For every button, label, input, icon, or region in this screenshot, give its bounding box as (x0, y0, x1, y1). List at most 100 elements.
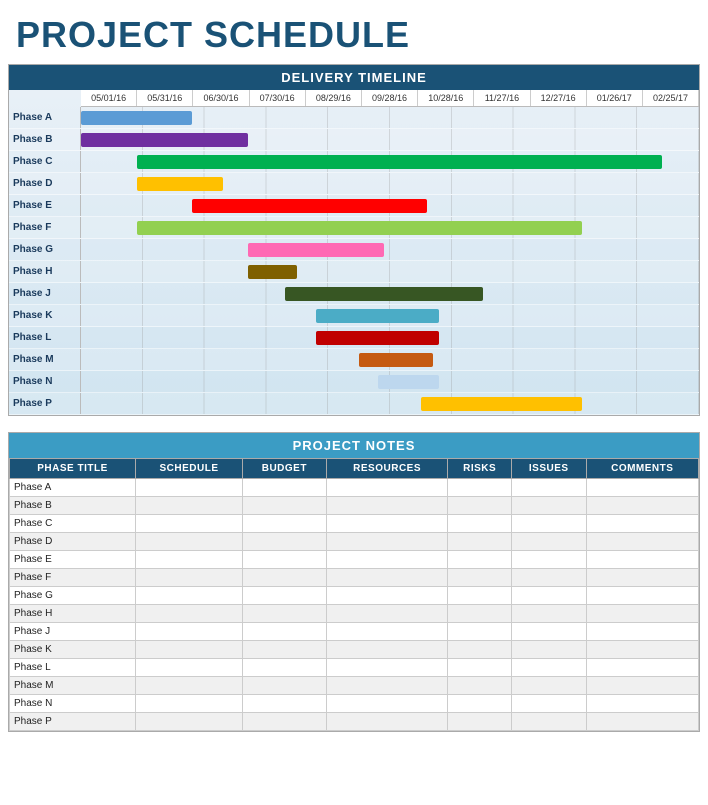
notes-cell (448, 569, 512, 587)
gantt-bars-area (81, 327, 699, 348)
notes-cell (136, 695, 243, 713)
gantt-bar (359, 353, 433, 367)
gantt-dates-row: 05/01/1605/31/1606/30/1607/30/1608/29/16… (81, 90, 699, 107)
notes-cell (326, 677, 448, 695)
notes-cell (448, 515, 512, 533)
gantt-bars-area (81, 349, 699, 370)
notes-cell (586, 605, 698, 623)
gantt-row: Phase P (9, 393, 699, 415)
page-title: PROJECT SCHEDULE (0, 0, 708, 64)
gantt-bars-area (81, 239, 699, 260)
notes-cell (511, 605, 586, 623)
gantt-row: Phase F (9, 217, 699, 239)
notes-cell (586, 695, 698, 713)
notes-cell (586, 641, 698, 659)
notes-cell (448, 533, 512, 551)
notes-cell (448, 713, 512, 731)
notes-cell (326, 533, 448, 551)
notes-cell (136, 641, 243, 659)
gantt-bar (285, 287, 483, 301)
gantt-bars-area (81, 107, 699, 128)
notes-cell (242, 587, 326, 605)
notes-cell (448, 695, 512, 713)
notes-cell (586, 659, 698, 677)
notes-cell (242, 713, 326, 731)
gantt-row-label: Phase D (9, 173, 81, 194)
notes-cell (511, 551, 586, 569)
notes-phase-title: Phase K (10, 641, 136, 659)
gantt-row-label: Phase N (9, 371, 81, 392)
gantt-row: Phase A (9, 107, 699, 129)
gantt-bars-area (81, 129, 699, 150)
notes-table-row: Phase E (10, 551, 699, 569)
notes-cell (326, 515, 448, 533)
notes-cell (326, 641, 448, 659)
gantt-date-cell: 11/27/16 (474, 90, 530, 106)
notes-cell (511, 569, 586, 587)
gantt-date-cell: 02/25/17 (643, 90, 699, 106)
notes-header: PROJECT NOTES (9, 433, 699, 458)
notes-cell (448, 497, 512, 515)
notes-cell (242, 659, 326, 677)
notes-phase-title: Phase N (10, 695, 136, 713)
gantt-row: Phase J (9, 283, 699, 305)
gantt-bars-area (81, 305, 699, 326)
notes-cell (511, 641, 586, 659)
notes-cell (448, 605, 512, 623)
gantt-bar (316, 331, 440, 345)
notes-phase-title: Phase J (10, 623, 136, 641)
notes-cell (586, 677, 698, 695)
notes-cell (448, 587, 512, 605)
notes-cell (511, 587, 586, 605)
gantt-row-label: Phase M (9, 349, 81, 370)
gantt-date-cell: 10/28/16 (418, 90, 474, 106)
gantt-row: Phase K (9, 305, 699, 327)
notes-cell (448, 551, 512, 569)
notes-cell (586, 533, 698, 551)
notes-cell (242, 569, 326, 587)
notes-cell (136, 713, 243, 731)
notes-cell (586, 497, 698, 515)
gantt-row-label: Phase J (9, 283, 81, 304)
notes-cell (511, 695, 586, 713)
notes-table-row: Phase P (10, 713, 699, 731)
notes-table-row: Phase A (10, 479, 699, 497)
notes-cell (136, 479, 243, 497)
gantt-row: Phase N (9, 371, 699, 393)
notes-cell (242, 533, 326, 551)
gantt-container: 05/01/1605/31/1606/30/1607/30/1608/29/16… (9, 90, 699, 415)
notes-phase-title: Phase H (10, 605, 136, 623)
gantt-row-label: Phase G (9, 239, 81, 260)
gantt-bar (248, 243, 384, 257)
notes-column-header: RISKS (448, 459, 512, 479)
notes-phase-title: Phase C (10, 515, 136, 533)
notes-cell (448, 623, 512, 641)
notes-table-row: Phase F (10, 569, 699, 587)
notes-cell (136, 497, 243, 515)
gantt-row-label: Phase F (9, 217, 81, 238)
notes-column-header: ISSUES (511, 459, 586, 479)
gantt-row-label: Phase B (9, 129, 81, 150)
notes-cell (136, 533, 243, 551)
gantt-bar (137, 155, 662, 169)
notes-cell (511, 677, 586, 695)
notes-cell (242, 479, 326, 497)
gantt-date-cell: 08/29/16 (306, 90, 362, 106)
notes-table-row: Phase B (10, 497, 699, 515)
notes-column-header: SCHEDULE (136, 459, 243, 479)
gantt-row-label: Phase C (9, 151, 81, 172)
notes-table-row: Phase L (10, 659, 699, 677)
gantt-bar (316, 309, 440, 323)
notes-table-row: Phase N (10, 695, 699, 713)
notes-cell (136, 605, 243, 623)
notes-phase-title: Phase B (10, 497, 136, 515)
notes-cell (326, 569, 448, 587)
notes-cell (326, 551, 448, 569)
notes-cell (326, 659, 448, 677)
notes-table-row: Phase D (10, 533, 699, 551)
notes-cell (586, 713, 698, 731)
notes-cell (586, 479, 698, 497)
notes-cell (242, 497, 326, 515)
gantt-row: Phase L (9, 327, 699, 349)
notes-phase-title: Phase P (10, 713, 136, 731)
